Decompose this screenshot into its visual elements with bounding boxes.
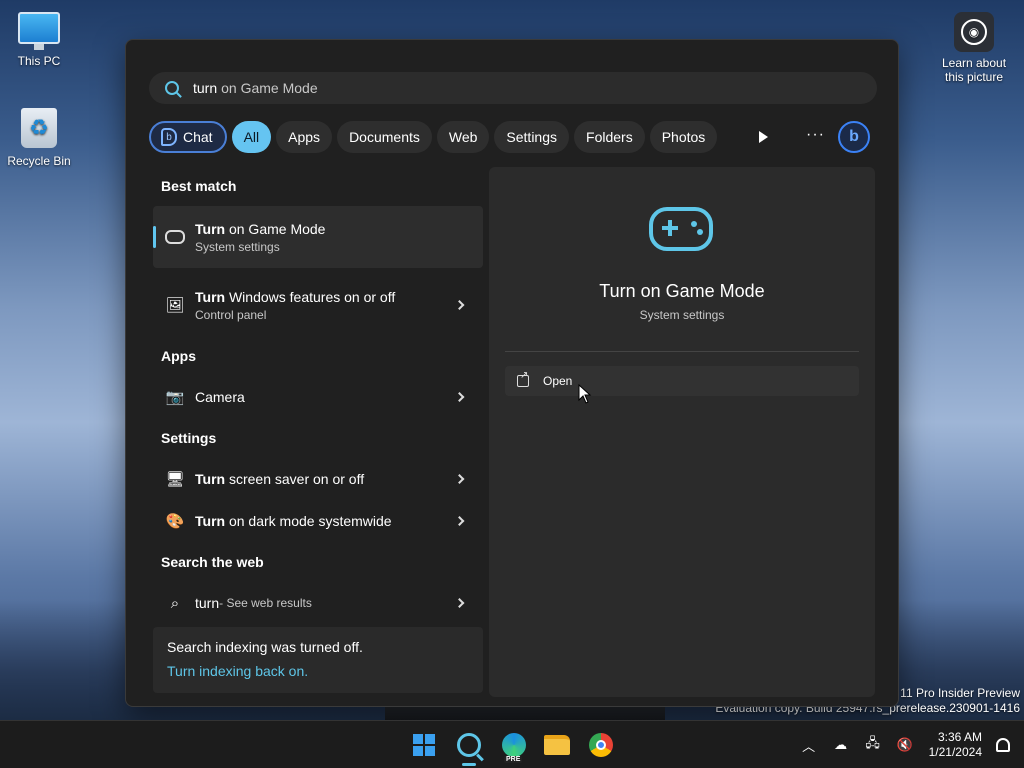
result-bold: Turn	[195, 513, 226, 529]
result-dark-mode[interactable]: 🎨 Turn on dark mode systemwide	[153, 500, 483, 542]
bing-chat-icon: b	[161, 128, 177, 146]
desktop-icon-label: Recycle Bin	[7, 154, 71, 168]
tab-folders[interactable]: Folders	[574, 121, 645, 153]
section-best-match: Best match	[161, 178, 237, 194]
divider	[505, 351, 859, 352]
bing-icon: b	[849, 128, 859, 145]
taskbar-search-button[interactable]	[455, 731, 483, 759]
search-icon	[457, 733, 481, 757]
chevron-right-icon[interactable]	[454, 598, 465, 608]
indexing-notice: Search indexing was turned off. Turn ind…	[153, 627, 483, 693]
palette-icon: 🎨	[165, 513, 185, 530]
camera-app-icon: 📷	[165, 389, 185, 406]
start-button[interactable]	[410, 731, 438, 759]
section-search-web: Search the web	[161, 554, 264, 570]
result-title: on Game Mode	[225, 220, 326, 237]
chevron-right-icon[interactable]	[454, 474, 465, 484]
edge-badge: PRE	[504, 756, 523, 763]
indexing-notice-text: Search indexing was turned off.	[167, 639, 363, 655]
open-label: Open	[543, 374, 573, 388]
more-options-button[interactable]: ···	[806, 126, 825, 144]
screen-saver-icon: 🖥	[165, 471, 185, 488]
edge-icon: PRE	[502, 733, 526, 763]
search-icon	[165, 81, 179, 95]
result-title: Camera	[195, 389, 245, 405]
chevron-up-icon[interactable]: ︿	[801, 737, 817, 754]
result-subtitle: System settings	[195, 239, 280, 254]
tab-all[interactable]: All	[231, 121, 272, 153]
turn-indexing-on-link[interactable]: Turn indexing back on.	[167, 663, 469, 679]
windows-logo-icon	[413, 734, 435, 756]
result-bold: Turn	[195, 471, 226, 487]
chevron-right-icon[interactable]	[454, 300, 465, 310]
filter-bar: b Chat All Apps Documents Web Settings F…	[149, 120, 718, 154]
search-panel: turn on Game Mode b Chat All Apps Docume…	[125, 39, 899, 707]
bing-button[interactable]: b	[838, 121, 870, 153]
open-button[interactable]: Open	[505, 366, 859, 396]
web-results-suffix: - See web results	[219, 596, 312, 610]
chrome-button[interactable]	[587, 731, 615, 759]
result-game-mode[interactable]: Turn on Game Mode System settings	[153, 206, 483, 268]
learn-label-1: Learn about	[941, 56, 1007, 70]
file-explorer-button[interactable]	[543, 731, 571, 759]
search-input[interactable]: turn on Game Mode	[149, 72, 877, 104]
search-completion-text: on Game Mode	[221, 80, 318, 96]
edge-button[interactable]: PRE	[500, 731, 528, 763]
tab-documents[interactable]: Documents	[337, 121, 432, 153]
clock[interactable]: 3:36 AM 1/21/2024	[929, 730, 982, 760]
onedrive-icon[interactable]: ☁	[833, 737, 849, 753]
network-icon[interactable]: 🖧	[865, 735, 881, 753]
notification-bell-icon[interactable]	[996, 738, 1010, 752]
web-query: turn	[195, 595, 220, 611]
result-title: screen saver on or off	[225, 471, 365, 487]
tab-settings[interactable]: Settings	[494, 121, 570, 153]
gamepad-icon	[165, 227, 185, 247]
gamepad-icon	[649, 207, 713, 251]
result-title: on dark mode systemwide	[225, 513, 392, 529]
desktop-icon-label: This PC	[17, 54, 61, 68]
monitor-icon	[18, 12, 60, 50]
chrome-icon	[589, 733, 613, 757]
result-windows-features[interactable]: 🖼 Turn Windows features on or off Contro…	[153, 274, 483, 336]
learn-label-2: this picture	[944, 70, 1004, 84]
section-settings: Settings	[161, 430, 217, 446]
result-bold: Turn	[195, 288, 226, 305]
clock-time: 3:36 AM	[937, 730, 982, 744]
desktop-icon-this-pc[interactable]: This PC	[1, 12, 77, 68]
active-indicator	[462, 763, 476, 766]
tab-photos[interactable]: Photos	[649, 121, 718, 153]
preview-pane: Turn on Game Mode System settings Open	[489, 167, 875, 697]
clock-date: 1/21/2024	[928, 745, 982, 759]
recycle-bin-icon: ♻	[21, 108, 57, 148]
taskbar: PRE ︿ ☁ 🖧 🔇 3:36 AM 1/21/2024	[0, 720, 1024, 768]
scroll-filters-right-button[interactable]	[754, 128, 772, 146]
result-camera[interactable]: 📷 Camera	[153, 376, 483, 418]
result-screen-saver[interactable]: 🖥 Turn screen saver on or off	[153, 458, 483, 500]
chat-button[interactable]: b Chat	[149, 121, 227, 153]
chevron-right-icon[interactable]	[454, 392, 465, 402]
result-bold: Turn	[195, 220, 226, 237]
result-title: Windows features on or off	[225, 288, 396, 305]
preview-subtitle: System settings	[639, 308, 725, 322]
desktop-icon-recycle-bin[interactable]: ♻ Recycle Bin	[1, 108, 77, 168]
preview-title: Turn on Game Mode	[599, 281, 765, 301]
chevron-right-icon[interactable]	[454, 516, 465, 526]
chat-label: Chat	[183, 129, 213, 145]
search-typed-text: turn	[193, 80, 218, 96]
search-icon: ⌕	[170, 594, 180, 612]
section-apps: Apps	[161, 348, 196, 364]
tab-apps[interactable]: Apps	[276, 121, 333, 153]
volume-muted-icon[interactable]: 🔇	[897, 737, 913, 753]
results-list: Best match Turn on Game Mode System sett…	[153, 166, 483, 624]
open-external-icon	[517, 370, 529, 387]
learn-about-picture[interactable]: ◉ Learn about this picture	[936, 12, 1012, 84]
camera-icon: ◉	[954, 12, 994, 52]
folder-icon	[544, 735, 570, 755]
system-tray: ︿ ☁ 🖧 🔇 3:36 AM 1/21/2024	[801, 721, 1024, 768]
result-subtitle: Control panel	[195, 307, 267, 322]
control-panel-icon: 🖼	[165, 297, 185, 314]
result-web-search[interactable]: ⌕ turn - See web results	[153, 582, 483, 624]
tab-web[interactable]: Web	[436, 121, 490, 153]
